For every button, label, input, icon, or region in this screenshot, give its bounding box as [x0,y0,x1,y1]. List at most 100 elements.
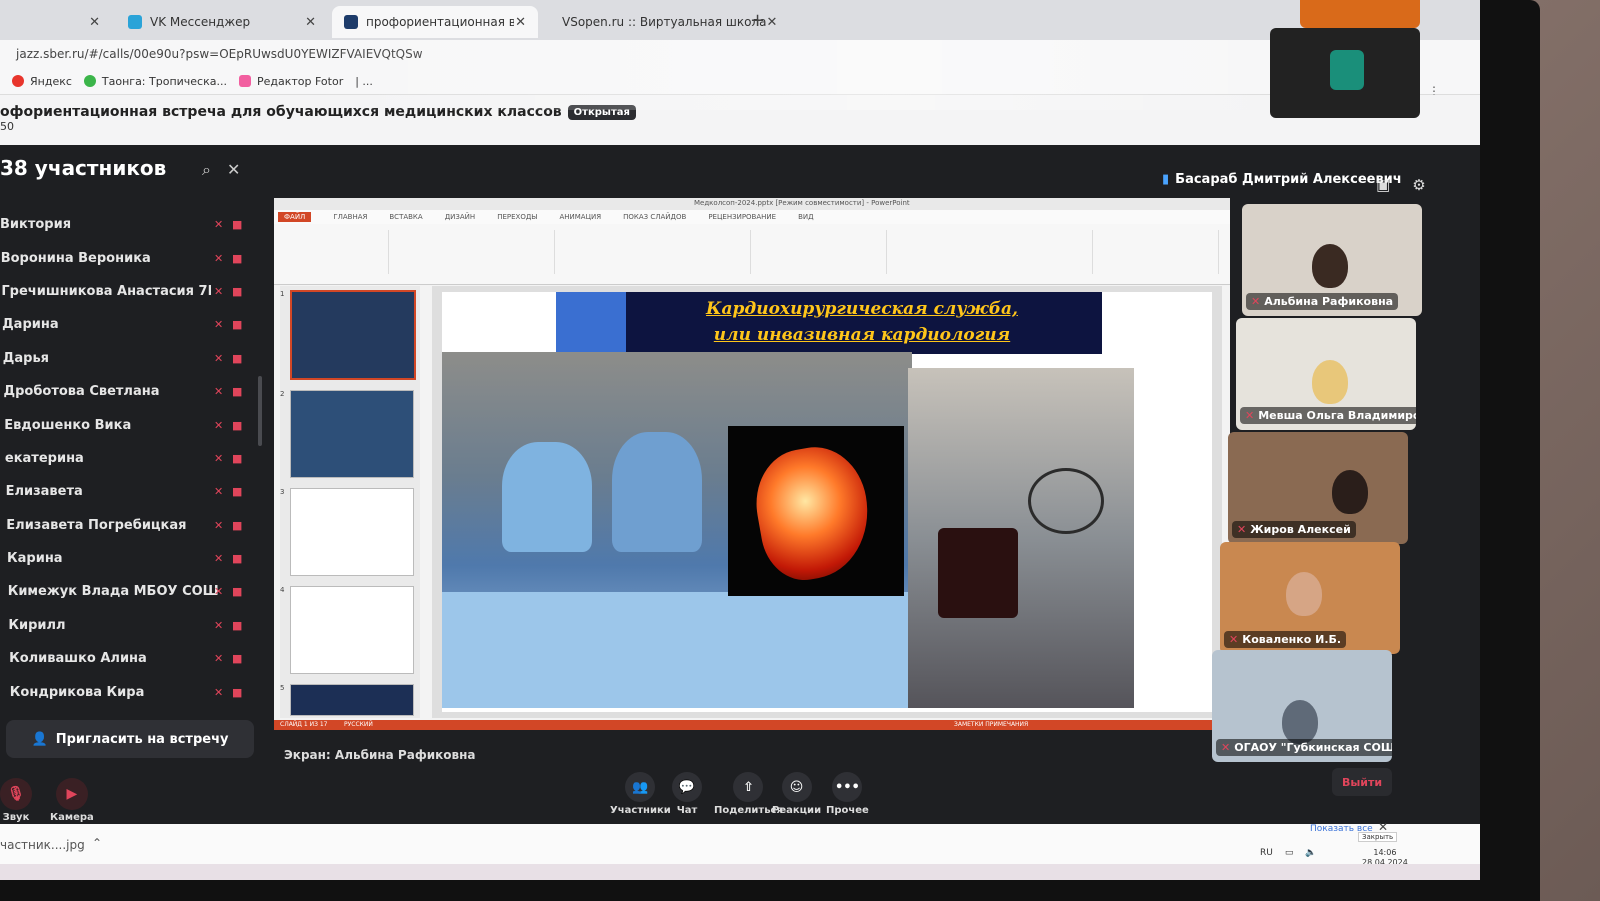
shared-screen[interactable]: Медколсоп-2024.pptx [Режим совместимости… [274,198,1230,730]
close-icon[interactable]: ✕ [515,15,526,30]
video-tile[interactable]: ✕ Мевша Ольга Владимиро... [1236,318,1416,430]
invite-button[interactable]: 👤 Пригласить на встречу [6,720,254,758]
close-icon[interactable]: ✕ [305,15,316,30]
participant-name: Дарина [2,317,59,333]
leave-button[interactable]: Выйти [1332,768,1392,796]
new-tab-button[interactable]: + [750,10,765,31]
participant-row[interactable]: Виктория ✕ ■ [0,208,260,241]
tab-label: VSopen.ru :: Виртуальная школа [562,15,767,29]
participant-row[interactable]: Дроботова Светлана ✕ ■ [0,375,260,408]
participant-row[interactable]: Гречишникова Анастасия 7М2 ✕ ■ [0,275,260,308]
tab-previous[interactable]: ✕ [0,6,112,38]
ppt-tab[interactable]: ПОКАЗ СЛАЙДОВ [623,213,686,221]
tile-name: ✕ Коваленко И.Б. [1224,631,1347,648]
bookmark-fotor[interactable]: Редактор Fotor [238,75,343,88]
input-language[interactable]: RU [1260,848,1273,858]
participant-row[interactable]: Карина ✕ ■ [0,542,260,575]
close-icon[interactable]: ✕ [227,160,240,180]
participant-row[interactable]: Елизавета Погребицкая ✕ ■ [0,509,260,542]
mic-off-icon: ✕ [214,318,224,332]
slide-counter: СЛАЙД 1 ИЗ 17 [280,721,328,728]
bypass-machine-photo [908,368,1134,708]
scrollbar[interactable] [258,376,262,446]
reactions-label: Реакции [772,805,822,816]
ppt-status-bar: СЛАЙД 1 ИЗ 17 РУССКИЙ ЗАМЕТКИ ПРИМЕЧАНИЯ [274,720,1230,730]
network-icon[interactable]: ▭ [1285,848,1294,858]
mic-off-icon: ✕ [214,418,224,432]
surgeon-figure [612,432,702,552]
participant-row[interactable]: Елизавета ✕ ■ [0,475,260,508]
reactions-button[interactable]: ☺ Реакции [772,772,821,816]
participant-row[interactable]: Воронина Вероника ✕ ■ [0,241,260,274]
video-tile[interactable]: ✕ Коваленко И.Б. [1220,542,1400,654]
address-bar[interactable]: jazz.sber.ru/#/calls/00e90u?psw=OEpRUwsd… [0,40,1480,68]
gear-icon[interactable]: ⚙ [1412,176,1425,194]
participant-row[interactable]: екатерина ✕ ■ [0,442,260,475]
chat-button[interactable]: 💬 Чат [672,772,702,816]
camera-button[interactable]: ▶ Камера [50,778,94,823]
ppt-tab[interactable]: ДИЗАЙН [445,213,475,221]
participant-name: Кирилл [8,617,66,633]
chevron-up-icon[interactable]: ⌃ [92,836,102,850]
participant-row[interactable]: Кирилл ✕ ■ [0,609,260,642]
tab-vsopen[interactable]: VSopen.ru :: Виртуальная школа ✕ [542,6,777,38]
sound-button[interactable]: 🎙 Звук [0,778,32,823]
ppt-tab[interactable]: ПЕРЕХОДЫ [497,213,537,221]
thumbnail-number: 3 [280,488,285,496]
ppt-tab[interactable]: ВИД [798,213,814,221]
participant-row[interactable]: Коливашко Алина ✕ ■ [0,642,260,675]
slide-thumbnail[interactable] [290,586,414,674]
video-tile[interactable]: ✕ Альбина Рафиковна [1242,204,1422,316]
layout-icon[interactable]: ▣ [1376,176,1390,194]
participants-button[interactable]: 👥 Участники [610,772,671,816]
participant-row[interactable]: Дарья ✕ ■ [0,342,260,375]
camera-off-icon: ■ [232,451,243,465]
close-icon[interactable]: ✕ [767,15,778,30]
ppt-tab[interactable]: ГЛАВНАЯ [333,213,367,221]
participant-name: Елизавета [5,484,83,500]
webcam [1300,0,1420,28]
participant-row[interactable]: Кондрикова Кира ✕ ■ [0,675,260,708]
download-item[interactable]: частник....jpg [0,838,85,852]
mic-off-icon: ✕ [1251,295,1261,308]
participant-name: Елизавета Погребицкая [6,517,187,533]
tab-vk[interactable]: VK Мессенджер ✕ [116,6,328,38]
ppt-tab[interactable]: АНИМАЦИЯ [559,213,601,221]
participant-row[interactable]: Кимежук Влада МБОУ СОШ ... ✕ ■ [0,575,260,608]
participant-name: Евдошенко Вика [4,417,132,433]
slide-title-line2: или инвазивная кардиология [713,325,1011,345]
mic-off-icon: ✕ [214,652,224,666]
slide-thumbnail[interactable] [290,290,416,380]
more-button[interactable]: ••• Прочее [826,772,869,816]
ppt-tab[interactable]: ФАЙЛ [278,212,312,222]
camera-off-icon: ■ [232,585,243,599]
video-tile[interactable]: ✕ Жиров Алексей [1228,432,1408,544]
ppt-tab[interactable]: ВСТАВКА [389,213,422,221]
tab-meeting[interactable]: профориентационная встре ✕ [332,6,538,38]
tubing [1028,468,1104,534]
volume-icon[interactable]: 🔈 [1305,848,1316,858]
slide-thumbnail[interactable] [290,488,414,576]
bookmark-taonga[interactable]: Таонга: Тропическа... [83,74,227,88]
participant-row[interactable]: Дарина ✕ ■ [0,308,260,341]
ppt-tab[interactable]: РЕЦЕНЗИРОВАНИЕ [708,213,776,221]
webcam-lens [1330,50,1364,90]
search-icon[interactable]: ⌕ [202,160,211,180]
slide-thumbnail[interactable] [290,390,414,478]
more-label: Прочее [826,805,869,816]
bookmark-label: Таонга: Тропическа... [101,74,227,88]
participant-row[interactable]: Евдошенко Вика ✕ ■ [0,408,260,441]
mic-off-icon: ✕ [214,251,224,265]
screen-share-label: Экран: Альбина Рафиковна [284,748,476,762]
video-tile[interactable]: ✕ОГАОУ "Губкинская СОШ ... [1212,650,1392,762]
close-icon[interactable]: ✕ [89,15,100,30]
tile-name-text: Жиров Алексей [1250,523,1351,536]
bookmark-yandex[interactable]: Яндекс [12,75,72,88]
participants-count: 38 участников [0,156,167,180]
bookmarks-more[interactable]: | ... [355,75,373,88]
ribbon-group-drawing [892,230,1093,274]
slide-thumbnail[interactable] [290,684,414,716]
participants-label: Участники [610,805,671,816]
participant-name: Карина [7,551,63,567]
mic-off-icon: ✕ [214,451,224,465]
